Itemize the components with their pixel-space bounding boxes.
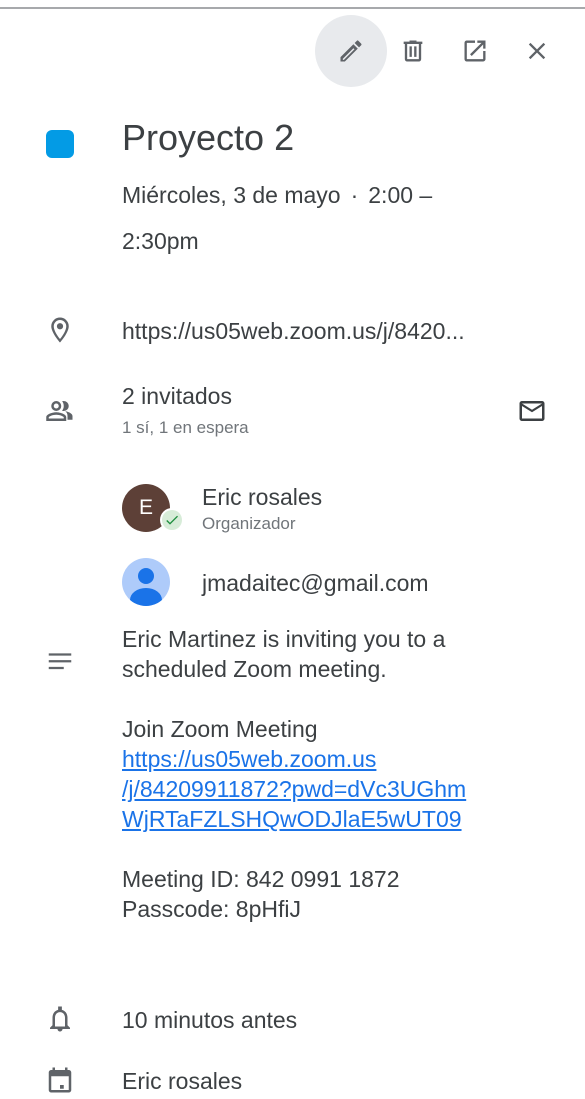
event-toolbar: [315, 15, 573, 87]
location-pin-icon: [51, 317, 69, 343]
guests-status: 1 sí, 1 en espera: [122, 418, 249, 437]
datetime-separator: ·: [350, 182, 359, 208]
calendar-owner: Eric rosales: [122, 1068, 243, 1094]
guest-item[interactable]: jmadaitec@gmail.com: [122, 558, 555, 608]
location-link[interactable]: https://us05web.zoom.us/j/8420...: [122, 313, 555, 349]
mail-icon: [519, 401, 545, 421]
guest-role: Organizador: [202, 514, 296, 533]
event-datetime: Miércoles, 3 de mayo · 2:00 – 2:30pm: [122, 172, 555, 264]
top-divider: [0, 0, 585, 9]
zoom-link[interactable]: https://us05web.zoom.us /j/84209911872?p…: [122, 746, 466, 832]
description-intro-line1: Eric Martinez is inviting you to a: [122, 626, 446, 652]
close-button[interactable]: [501, 15, 573, 87]
close-icon: [528, 42, 546, 60]
event-time-end: 2:30pm: [122, 228, 199, 254]
accepted-check-icon: [160, 508, 184, 532]
pencil-icon: [340, 40, 362, 62]
notes-icon: [48, 653, 72, 670]
trash-icon: [403, 40, 423, 62]
event-color-swatch: [46, 130, 74, 158]
description-intro-line2: scheduled Zoom meeting.: [122, 656, 387, 682]
guest-item[interactable]: E Eric rosales Organizador: [122, 484, 555, 534]
passcode: Passcode: 8pHfiJ: [122, 896, 301, 922]
event-time-start: 2:00 –: [368, 182, 433, 208]
event-date: Miércoles, 3 de mayo: [122, 182, 341, 208]
email-guests-button[interactable]: [517, 396, 549, 428]
person-icon: [130, 568, 162, 606]
event-description: Eric Martinez is inviting you to a sched…: [122, 624, 555, 954]
join-label: Join Zoom Meeting: [122, 716, 318, 742]
calendar-icon: [48, 1067, 72, 1093]
open-in-new-icon: [464, 40, 486, 62]
guest-name: Eric rosales: [202, 484, 323, 510]
bell-icon: [50, 1006, 70, 1032]
people-icon: [46, 401, 73, 421]
event-title: Proyecto 2: [122, 117, 295, 158]
meeting-id: Meeting ID: 842 0991 1872: [122, 866, 400, 892]
reminder-text: 10 minutos antes: [122, 1007, 298, 1033]
avatar: [122, 558, 170, 606]
guest-email: jmadaitec@gmail.com: [202, 570, 429, 596]
guests-summary: 2 invitados: [122, 383, 232, 409]
